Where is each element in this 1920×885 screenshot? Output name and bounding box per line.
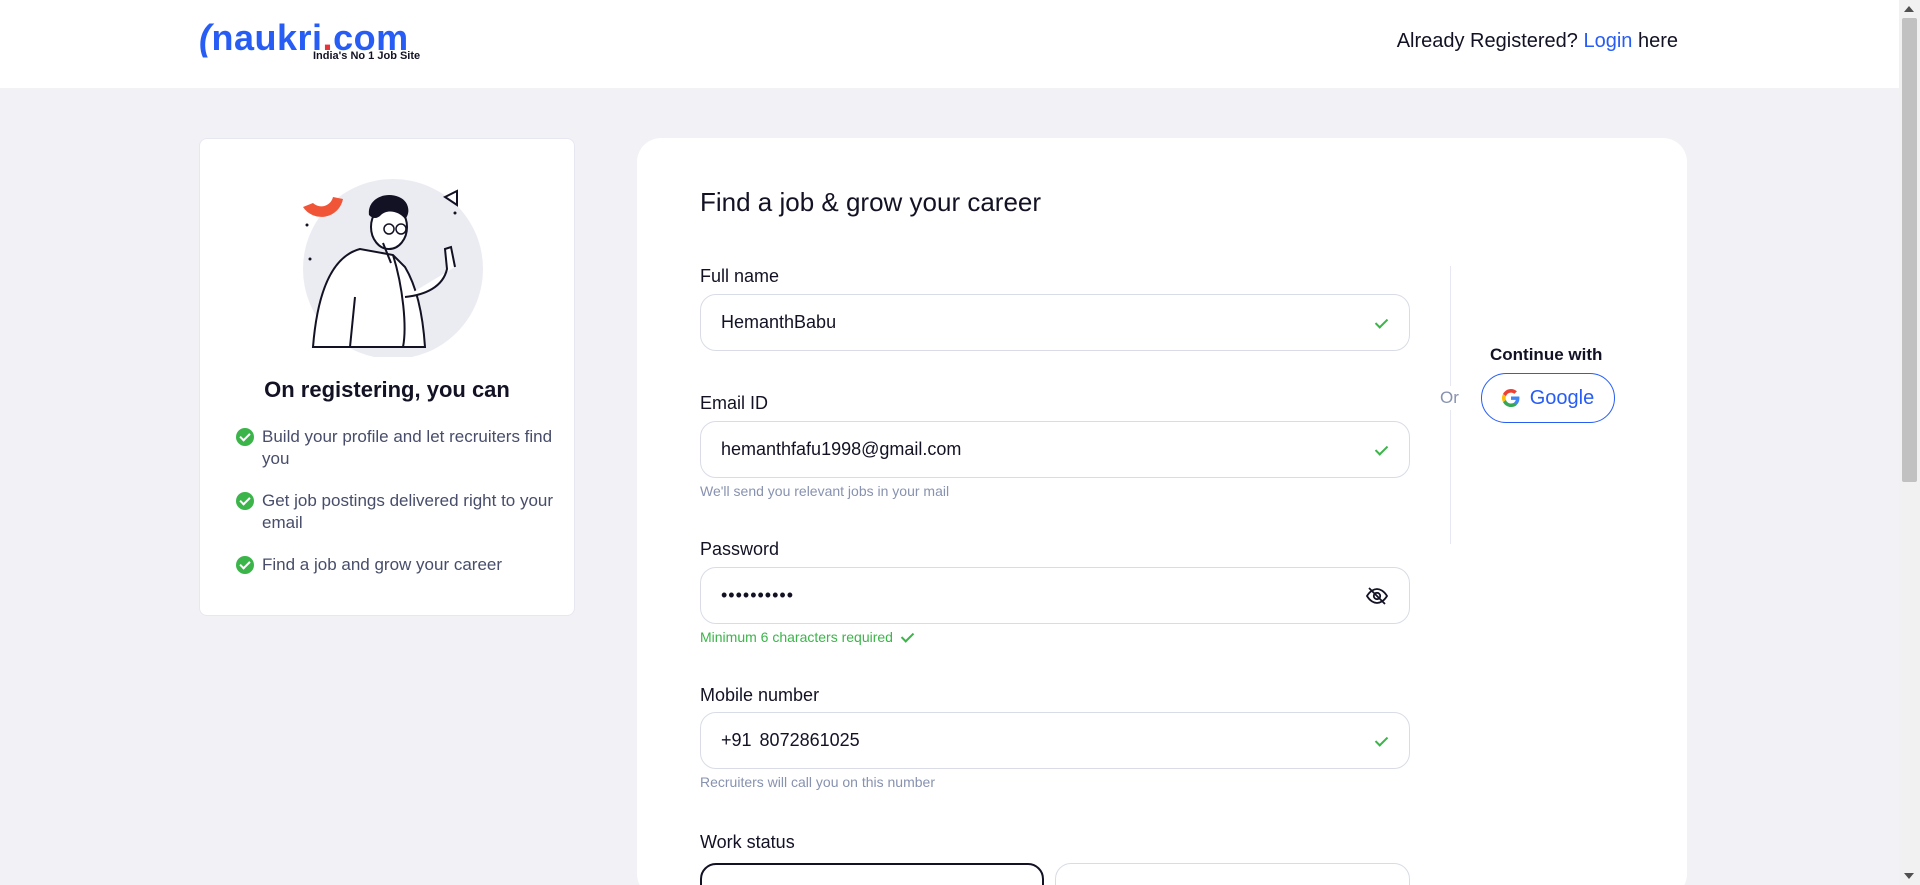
- continue-with-text: Continue with: [1490, 345, 1603, 364]
- naukri-logo[interactable]: (naukri.com India's No 1 Job Site: [199, 18, 431, 66]
- password-label: Password: [700, 539, 780, 559]
- eye-off-icon[interactable]: [1365, 584, 1389, 608]
- country-code: +91: [721, 730, 752, 750]
- full-name-input[interactable]: [721, 312, 1373, 333]
- check-icon: [1373, 733, 1389, 749]
- email-helper-text: We'll send you relevant jobs in your mai…: [700, 483, 950, 499]
- check-icon: [901, 631, 913, 643]
- full-name-label: Full name: [700, 266, 780, 286]
- check-circle-icon: [236, 492, 254, 510]
- check-circle-icon: [236, 556, 254, 574]
- scroll-up-arrow-icon[interactable]: [1904, 6, 1914, 12]
- check-icon: [1373, 442, 1389, 458]
- work-status-option-fresher[interactable]: [1055, 863, 1410, 885]
- login-prompt: Already Registered? Login here: [1397, 30, 1678, 53]
- email-input[interactable]: [721, 439, 1373, 460]
- google-button-label: Google: [1529, 386, 1595, 409]
- google-signin-button[interactable]: Google: [1481, 373, 1615, 423]
- full-name-field-wrapper: [700, 294, 1410, 351]
- password-input[interactable]: [721, 585, 1365, 606]
- benefit-item: Find a job and grow your career: [236, 554, 556, 576]
- password-helper-text: Minimum 6 characters required: [700, 629, 893, 645]
- or-separator: Or: [1440, 386, 1459, 410]
- check-icon: [1373, 315, 1389, 331]
- work-status-label: Work status: [700, 832, 795, 852]
- password-helper: Minimum 6 characters required: [700, 629, 913, 645]
- page-scrollbar[interactable]: [1899, 0, 1920, 885]
- google-icon: [1501, 389, 1520, 407]
- work-status-option-experienced[interactable]: [700, 863, 1044, 885]
- form-title: Find a job & grow your career: [700, 187, 1042, 217]
- registration-benefits-card: On registering, you can Build your profi…: [199, 138, 575, 616]
- login-suffix-text: here: [1637, 30, 1678, 52]
- check-circle-icon: [236, 428, 254, 446]
- mobile-label: Mobile number: [700, 685, 820, 705]
- scroll-down-arrow-icon[interactable]: [1904, 873, 1914, 879]
- mobile-field-wrapper: +91: [700, 712, 1410, 769]
- mobile-input[interactable]: [759, 730, 1373, 751]
- site-header: (naukri.com India's No 1 Job Site Alread…: [0, 0, 1899, 88]
- mobile-helper-text: Recruiters will call you on this number: [700, 774, 935, 790]
- benefit-item: Get job postings delivered right to your…: [236, 490, 556, 534]
- registration-form-card: Find a job & grow your career Full name …: [637, 138, 1687, 885]
- email-field-wrapper: [700, 421, 1410, 478]
- password-field-wrapper: [700, 567, 1410, 624]
- logo-tagline: India's No 1 Job Site: [313, 50, 421, 62]
- benefit-item: Build your profile and let recruiters fi…: [236, 426, 556, 470]
- login-link[interactable]: Login: [1583, 30, 1632, 52]
- scrollbar-thumb[interactable]: [1902, 18, 1917, 482]
- email-label: Email ID: [700, 393, 769, 413]
- person-illustration: [303, 179, 483, 357]
- benefits-title: On registering, you can: [264, 377, 510, 402]
- already-registered-text: Already Registered?: [1396, 30, 1578, 52]
- benefits-list: Build your profile and let recruiters fi…: [236, 426, 556, 596]
